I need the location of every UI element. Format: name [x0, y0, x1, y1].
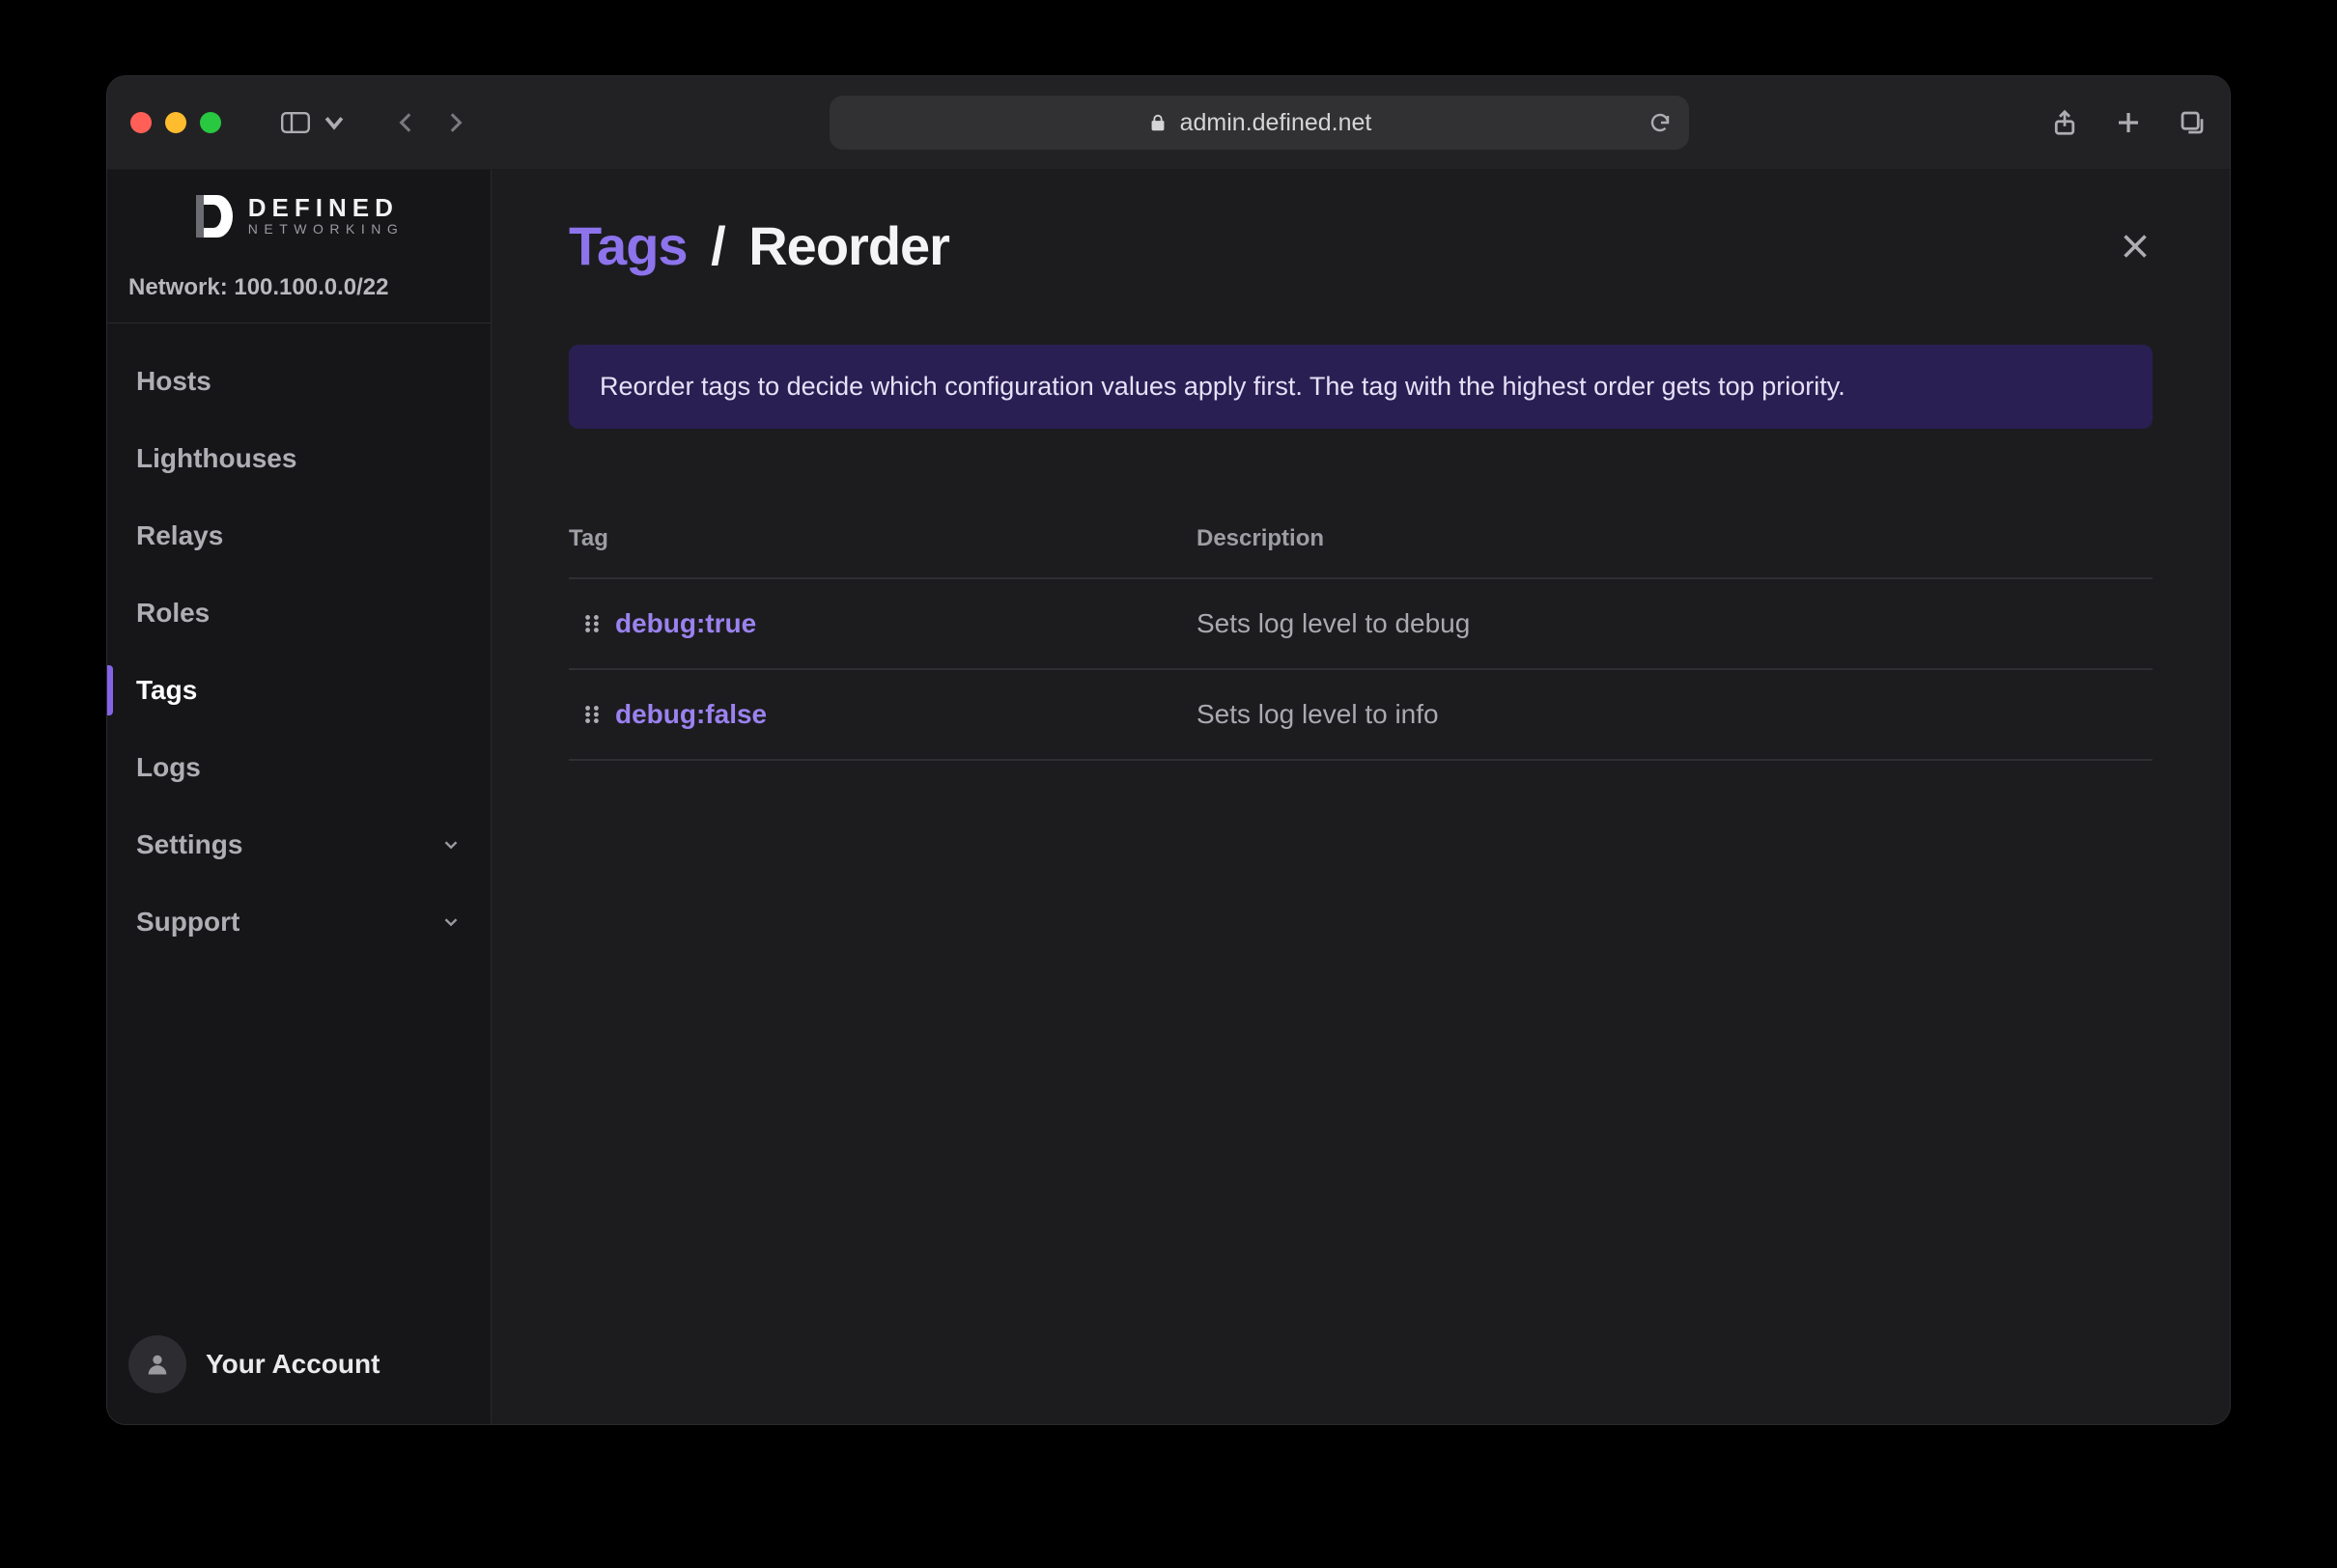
nav-back-button[interactable]: [393, 109, 420, 136]
sidebar-item-label: Lighthouses: [136, 443, 296, 474]
network-indicator: Network: 100.100.0.0/22: [107, 261, 491, 323]
sidebar-item-relays[interactable]: Relays: [107, 497, 491, 574]
breadcrumb-separator: /: [711, 215, 725, 276]
sidebar-item-label: Hosts: [136, 366, 211, 397]
window-maximize-button[interactable]: [200, 112, 221, 133]
table-row[interactable]: debug:false Sets log level to info: [569, 670, 2153, 761]
browser-window: admin.defined.net: [106, 75, 2231, 1425]
window-minimize-button[interactable]: [165, 112, 186, 133]
tag-description: Sets log level to info: [1197, 699, 1439, 730]
sidebar-item-logs[interactable]: Logs: [107, 729, 491, 806]
brand-logo[interactable]: DEFINED NETWORKING: [107, 170, 491, 261]
tags-table: Tag Description debug:true Sets log leve…: [569, 525, 2153, 761]
sidebar-item-settings[interactable]: Settings: [107, 806, 491, 883]
sidebar-item-label: Relays: [136, 520, 223, 551]
page-title: Tags / Reorder: [569, 214, 949, 277]
tab-overview-button[interactable]: [2178, 108, 2207, 137]
sidebar-item-lighthouses[interactable]: Lighthouses: [107, 420, 491, 497]
main-content: Tags / Reorder Reorder tags to decide wh…: [492, 170, 2230, 1424]
logo-mark-icon: [194, 191, 235, 239]
url-bar[interactable]: admin.defined.net: [830, 96, 1689, 150]
avatar: [128, 1335, 186, 1393]
sidebar-item-support[interactable]: Support: [107, 883, 491, 961]
sidebar-toggle-button[interactable]: [281, 112, 349, 133]
sidebar-item-tags[interactable]: Tags: [107, 652, 491, 729]
window-close-button[interactable]: [130, 112, 152, 133]
chevron-down-icon: [440, 834, 462, 855]
account-button[interactable]: Your Account: [107, 1316, 491, 1424]
account-label: Your Account: [206, 1349, 380, 1380]
table-header: Tag Description: [569, 525, 2153, 579]
sidebar-item-label: Support: [136, 907, 239, 938]
nav-forward-button[interactable]: [441, 109, 468, 136]
sidebar-item-label: Settings: [136, 829, 242, 860]
info-banner: Reorder tags to decide which configurati…: [569, 345, 2153, 429]
tag-name[interactable]: debug:true: [615, 608, 1197, 639]
sidebar-nav: Hosts Lighthouses Relays Roles Tags Logs…: [107, 323, 491, 961]
share-button[interactable]: [2050, 108, 2079, 137]
drag-handle-icon[interactable]: [569, 613, 615, 634]
sidebar: DEFINED NETWORKING Network: 100.100.0.0/…: [107, 170, 492, 1424]
sidebar-item-roles[interactable]: Roles: [107, 574, 491, 652]
sidebar-item-label: Logs: [136, 752, 201, 783]
new-tab-button[interactable]: [2114, 108, 2143, 137]
traffic-lights: [130, 112, 221, 133]
brand-subtitle: NETWORKING: [248, 222, 404, 236]
breadcrumb-current[interactable]: Tags: [569, 215, 688, 276]
lock-icon: [1147, 112, 1168, 133]
breadcrumb-sub: Reorder: [748, 215, 949, 276]
reload-button[interactable]: [1648, 111, 1672, 134]
column-header-tag: Tag: [569, 525, 1197, 552]
sidebar-item-hosts[interactable]: Hosts: [107, 343, 491, 420]
table-row[interactable]: debug:true Sets log level to debug: [569, 579, 2153, 670]
url-text: admin.defined.net: [1180, 109, 1372, 137]
tag-description: Sets log level to debug: [1197, 608, 1470, 639]
chevron-down-icon: [440, 911, 462, 933]
titlebar: admin.defined.net: [107, 76, 2230, 170]
brand-name: DEFINED: [248, 195, 404, 221]
drag-handle-icon[interactable]: [569, 704, 615, 725]
column-header-description: Description: [1197, 525, 2153, 552]
close-button[interactable]: [2118, 229, 2153, 264]
tag-name[interactable]: debug:false: [615, 699, 1197, 730]
sidebar-item-label: Tags: [136, 675, 197, 706]
sidebar-item-label: Roles: [136, 598, 210, 629]
